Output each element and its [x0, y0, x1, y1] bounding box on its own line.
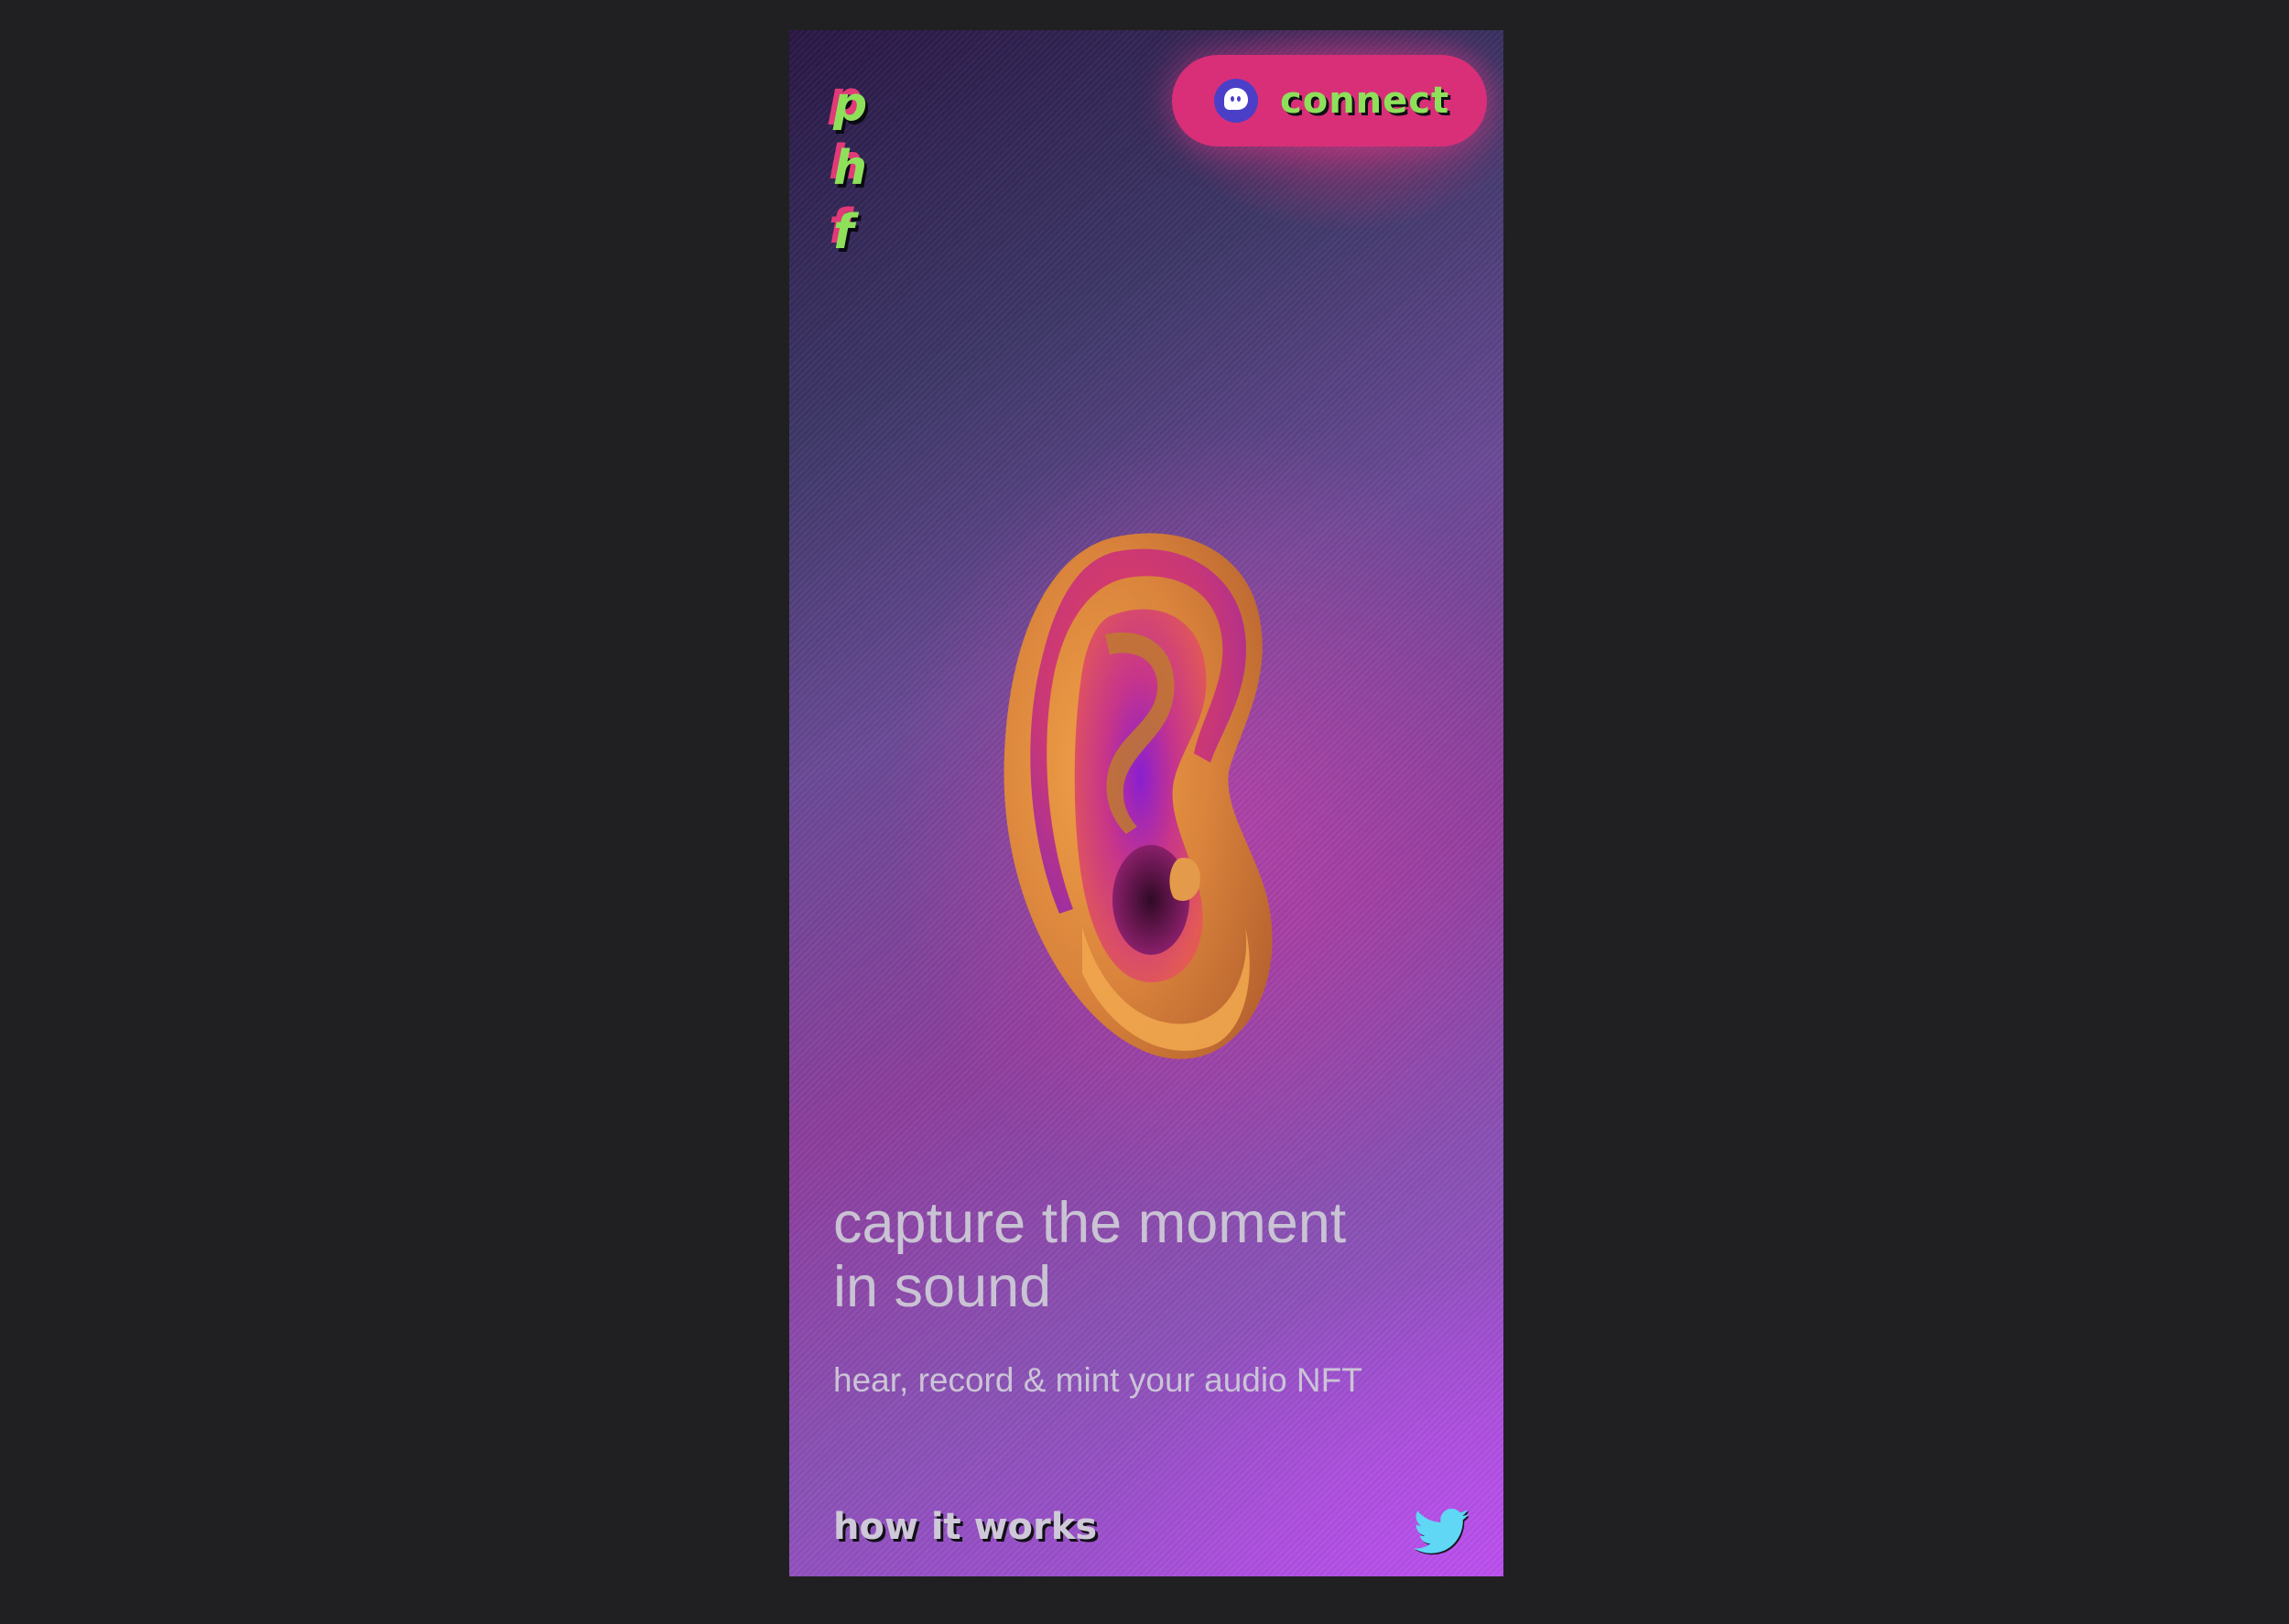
hero-headline-line1: capture the moment	[833, 1191, 1347, 1255]
connect-button-label: connect	[1280, 80, 1450, 122]
page-background: p h f connect capture the moment in soun…	[0, 0, 2289, 1624]
ear-illustration	[954, 497, 1339, 1101]
logo-letter-1: p	[833, 77, 868, 132]
logo-letter-3: f	[833, 205, 854, 260]
brand-logo[interactable]: p h f	[833, 72, 888, 265]
twitter-icon[interactable]	[1414, 1508, 1470, 1555]
mobile-screen: p h f connect capture the moment in soun…	[789, 30, 1503, 1576]
logo-letter-2: h	[833, 141, 868, 196]
ghost-icon	[1214, 79, 1258, 123]
hero-headline-line2: in sound	[833, 1255, 1052, 1319]
hero-subheadline: hear, record & mint your audio NFT	[833, 1361, 1362, 1399]
how-it-works-link[interactable]: how it works	[833, 1506, 1097, 1548]
hero-headline: capture the moment in sound	[833, 1191, 1483, 1319]
connect-button[interactable]: connect	[1172, 55, 1487, 146]
